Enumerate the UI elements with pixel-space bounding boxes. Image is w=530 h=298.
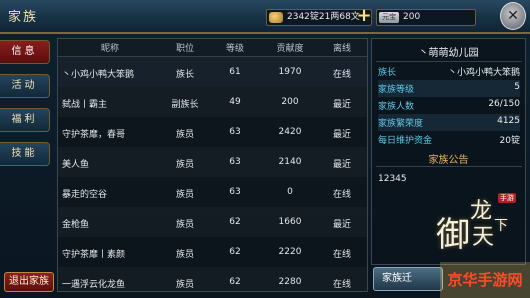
member-name: 一遇浮云化龙鱼: [62, 280, 126, 290]
divider: [376, 166, 522, 167]
info-label: 家族等级: [378, 85, 415, 95]
member-contribution: 2280: [278, 277, 302, 287]
notice-title: 家族公告: [428, 155, 469, 166]
table-row[interactable]: 金枪鱼 族员 62 1660 最近: [58, 207, 367, 237]
member-level: 63: [229, 157, 241, 167]
member-status: 在线: [332, 250, 351, 260]
info-value: 26/150: [488, 99, 520, 109]
logo-char: 天: [472, 225, 495, 250]
member-name: 金枪鱼: [62, 220, 90, 230]
table-row[interactable]: 守护茶靡，春哥 族员 63 2420 最近: [58, 117, 367, 147]
member-position: 族长: [175, 70, 194, 80]
member-position: 族员: [175, 250, 194, 260]
member-level: 62: [229, 277, 241, 287]
info-label: 族长: [378, 68, 397, 78]
tab-info[interactable]: 信息: [0, 40, 50, 64]
member-contribution: 1970: [278, 67, 302, 77]
add-currency-button[interactable]: +: [356, 7, 372, 26]
member-position: 族员: [175, 130, 194, 140]
member-position: 族员: [175, 160, 194, 170]
member-level: 62: [229, 247, 241, 257]
info-label: 家族繁荣度: [378, 119, 424, 129]
logo-char: 下: [494, 218, 508, 234]
member-name: 美人鱼: [62, 160, 90, 170]
header-level[interactable]: 等级: [210, 41, 260, 54]
member-name: 弑战丨霸主: [62, 100, 108, 110]
table-row[interactable]: 弑战丨霸主 副族长 49 200 最近: [58, 87, 367, 117]
member-position: 族员: [175, 220, 194, 230]
page-title: 家族: [8, 10, 39, 25]
info-row-prosperity: 家族繁荣度 4125: [378, 114, 520, 131]
member-level: 62: [229, 217, 241, 227]
member-name: 丶小鸡小鸭大笨鹅: [62, 70, 135, 80]
info-row-leader: 族长 丶小鸡小鸭大笨鹅: [378, 63, 520, 80]
exit-family-button[interactable]: 退出家族: [4, 272, 54, 292]
member-position: 族员: [175, 190, 194, 200]
divider: [376, 61, 522, 62]
header-contribution[interactable]: 贡献度: [264, 41, 316, 54]
member-level: 63: [229, 127, 241, 137]
member-contribution: 2140: [278, 157, 302, 167]
family-migrate-button[interactable]: 家族迁: [373, 267, 443, 291]
member-status: 在线: [332, 190, 351, 200]
table-row[interactable]: 丶小鸡小鸭大笨鹅 族长 61 1970 在线: [58, 57, 367, 87]
header-name[interactable]: 昵称: [62, 41, 158, 54]
member-contribution: 1660: [278, 217, 302, 227]
table-row[interactable]: 美人鱼 族员 63 2140 最近: [58, 147, 367, 177]
logo-badge: 手游: [498, 193, 516, 203]
member-position: 副族长: [171, 100, 199, 110]
header-status[interactable]: 离线: [316, 41, 367, 54]
member-level: 61: [229, 67, 241, 77]
header-position[interactable]: 职位: [160, 41, 210, 54]
watermark: 京华手游网: [440, 262, 530, 298]
table-row[interactable]: 守护茶靡丨素颜 族员 62 2220 在线: [58, 237, 367, 267]
member-status: 在线: [332, 280, 351, 290]
table-row[interactable]: 暴走的空谷 族员 63 0 在线: [58, 177, 367, 207]
gem-currency: 元宝 200: [376, 9, 476, 26]
notice-text: 12345: [378, 174, 407, 184]
table-header: 昵称 职位 等级 贡献度 离线: [58, 39, 367, 57]
tab-skills[interactable]: 技能: [0, 142, 50, 166]
tab-activity[interactable]: 活动: [0, 74, 50, 98]
member-level: 49: [229, 97, 241, 107]
coin-icon: [269, 12, 283, 23]
gold-amount: 2342锭21两68文: [287, 12, 360, 22]
family-name: 丶萌萌幼儿园: [418, 48, 479, 59]
member-status: 最近: [332, 130, 351, 140]
info-row-maintenance: 每日维护资金 20锭: [378, 131, 520, 148]
tab-welfare[interactable]: 福利: [0, 108, 50, 132]
game-logo: 御 龙 天 下 手游: [432, 189, 522, 261]
member-contribution: 2420: [278, 127, 302, 137]
gem-amount: 200: [403, 12, 421, 22]
member-name: 守护茶靡丨素颜: [62, 250, 126, 260]
close-icon[interactable]: ✕: [500, 2, 526, 30]
member-level: 63: [229, 187, 241, 197]
info-value: 20锭: [499, 136, 520, 146]
member-contribution: 0: [287, 187, 293, 197]
member-table: 昵称 职位 等级 贡献度 离线 丶小鸡小鸭大笨鹅 族长 61 1970 在线 弑…: [57, 38, 368, 292]
member-contribution: 2220: [278, 247, 302, 257]
member-status: 在线: [332, 70, 351, 80]
member-name: 守护茶靡，春哥: [62, 130, 126, 140]
member-contribution: 200: [281, 97, 299, 107]
member-status: 最近: [332, 160, 351, 170]
game-screen: 家族 2342锭21两68文 + 元宝 200 ✕ 信息 活动 福利 技能 退出…: [0, 0, 530, 298]
info-label: 每日维护资金: [378, 136, 433, 146]
info-row-level: 家族等级 5: [378, 80, 520, 97]
member-name: 暴走的空谷: [62, 190, 108, 200]
table-row[interactable]: 一遇浮云化龙鱼 族员 62 2280 在线: [58, 267, 367, 291]
info-value: 丶小鸡小鸭大笨鹅: [447, 68, 520, 78]
logo-char: 御: [436, 215, 470, 255]
info-label: 家族人数: [378, 102, 415, 112]
top-bar: 家族 2342锭21两68文 + 元宝 200 ✕: [0, 0, 530, 34]
member-status: 最近: [332, 220, 351, 230]
member-status: 最近: [332, 100, 351, 110]
family-info-panel: 丶萌萌幼儿园 族长 丶小鸡小鸭大笨鹅 家族等级 5 家族人数 26/150 家族…: [371, 38, 526, 265]
info-value: 5: [514, 82, 520, 92]
info-row-members: 家族人数 26/150: [378, 97, 520, 114]
ingot-icon: 元宝: [379, 12, 399, 23]
member-position: 族员: [175, 280, 194, 290]
info-value: 4125: [497, 116, 520, 126]
